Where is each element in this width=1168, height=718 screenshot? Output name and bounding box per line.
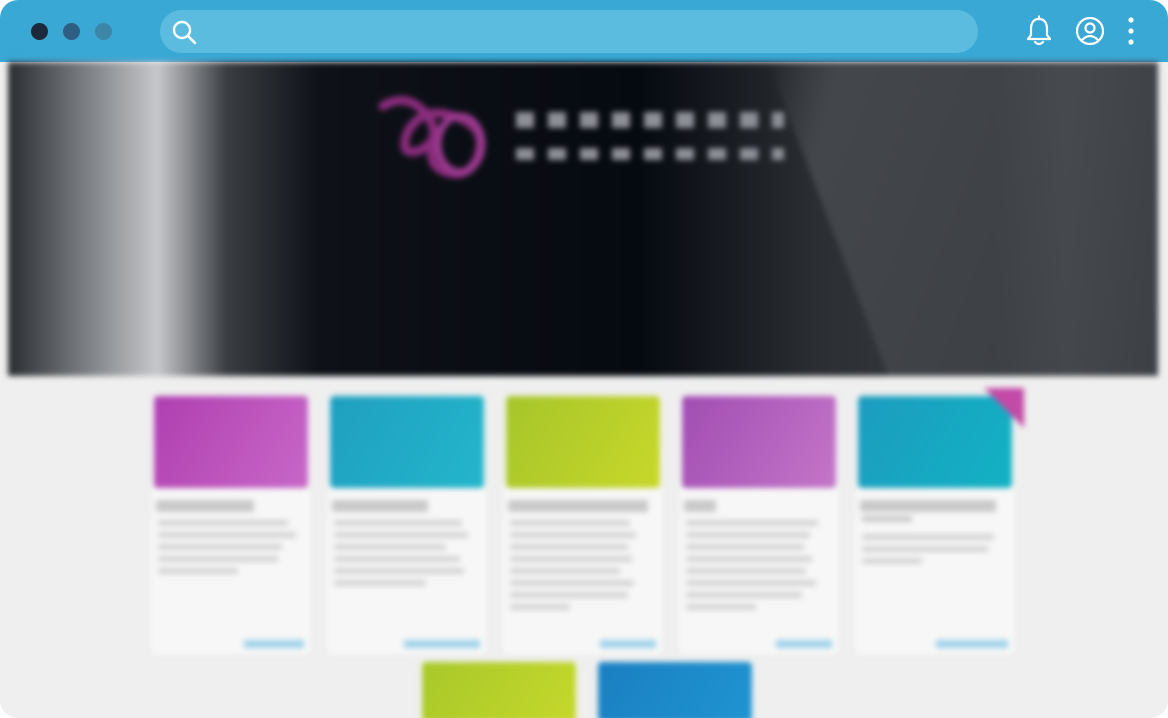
hero-banner bbox=[8, 62, 1158, 376]
course-card-image bbox=[330, 396, 484, 488]
user-icon[interactable] bbox=[1075, 15, 1105, 47]
bell-icon[interactable] bbox=[1024, 15, 1054, 47]
window-maximize-button[interactable] bbox=[95, 23, 112, 40]
search-bar[interactable] bbox=[160, 10, 978, 55]
course-card[interactable] bbox=[504, 396, 662, 654]
course-card[interactable] bbox=[420, 662, 578, 718]
course-card-link[interactable] bbox=[244, 640, 304, 648]
course-card-grid bbox=[152, 388, 1032, 656]
course-card-image bbox=[682, 396, 836, 488]
course-card[interactable] bbox=[152, 396, 310, 654]
course-card-image bbox=[422, 662, 576, 718]
course-card-title bbox=[508, 500, 648, 512]
more-vertical-icon[interactable] bbox=[1122, 15, 1140, 47]
course-card-image bbox=[858, 396, 1012, 488]
browser-window bbox=[0, 0, 1168, 718]
course-card-link[interactable] bbox=[404, 640, 480, 648]
course-card-title bbox=[684, 500, 716, 512]
window-close-button[interactable] bbox=[31, 23, 48, 40]
search-icon bbox=[172, 20, 197, 45]
course-card-title bbox=[156, 500, 254, 512]
brand-logo-wordmark bbox=[516, 112, 784, 180]
course-card[interactable] bbox=[680, 396, 838, 654]
course-card[interactable] bbox=[596, 662, 754, 718]
hero-background-shape bbox=[768, 62, 1158, 376]
course-card-link[interactable] bbox=[936, 640, 1008, 648]
course-card-title bbox=[860, 500, 996, 512]
course-card-link[interactable] bbox=[600, 640, 656, 648]
brand-logo-mark bbox=[378, 95, 486, 179]
course-card-grid-row-2 bbox=[152, 662, 1032, 718]
course-card[interactable] bbox=[328, 396, 486, 654]
course-card-title bbox=[332, 500, 428, 512]
course-card-image bbox=[154, 396, 308, 488]
course-card-image bbox=[506, 396, 660, 488]
course-card-image bbox=[598, 662, 752, 718]
page-content bbox=[0, 62, 1168, 718]
search-input[interactable] bbox=[208, 10, 952, 55]
course-card-link[interactable] bbox=[776, 640, 832, 648]
course-card[interactable] bbox=[856, 388, 1024, 654]
browser-toolbar bbox=[0, 0, 1168, 62]
window-minimize-button[interactable] bbox=[63, 23, 80, 40]
